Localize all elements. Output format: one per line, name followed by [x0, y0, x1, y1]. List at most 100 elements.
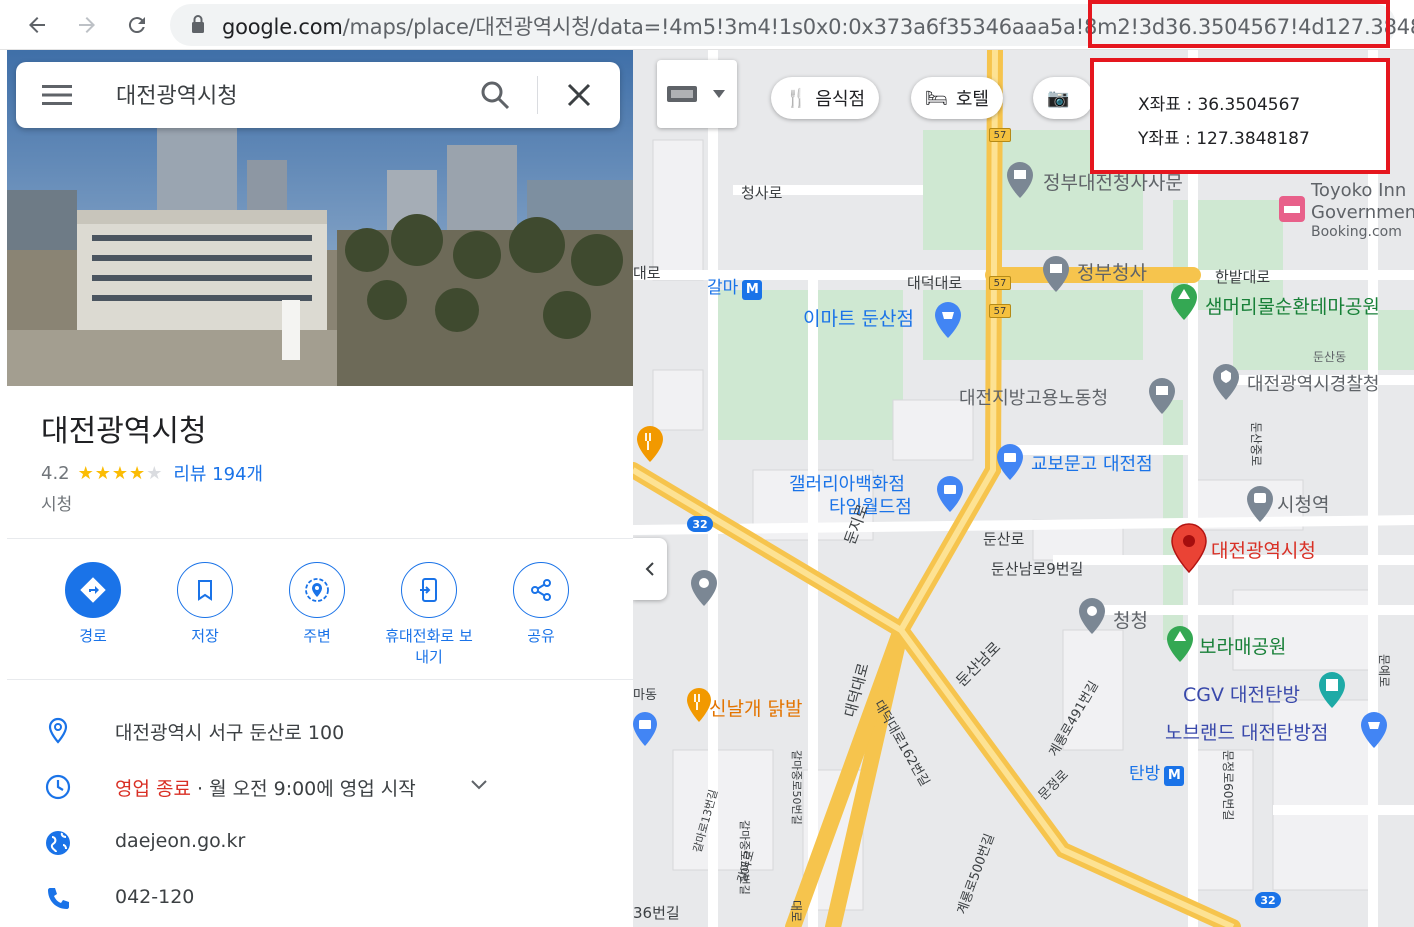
government-pin-icon[interactable] — [1041, 254, 1071, 294]
park-pin-icon[interactable] — [1165, 624, 1195, 664]
dropdown-icon[interactable] — [713, 90, 725, 98]
place-pin-icon[interactable] — [689, 568, 719, 608]
store-pin-icon[interactable] — [1359, 710, 1389, 750]
police-pin-icon[interactable] — [1211, 362, 1241, 402]
street-label: 갈마중로50번길 — [790, 750, 803, 825]
place-panel: 대전광역시청 대전광역시청 4.2 ★★★★★ 리뷰 194개 시청 경로 저장… — [7, 50, 633, 927]
url-domain: google.com — [222, 15, 343, 39]
nearby-label: 주변 — [303, 627, 331, 645]
booking-label: Booking.com — [1311, 224, 1402, 240]
keyboard-icon — [667, 86, 697, 102]
keyboard-button[interactable] — [657, 60, 737, 128]
shopping-pin-icon[interactable] — [633, 710, 659, 748]
rating-value: 4.2 — [41, 462, 70, 484]
chevron-left-icon — [645, 562, 654, 576]
cinema-pin-icon[interactable] — [1317, 670, 1347, 710]
route-57-badge: 57 — [989, 128, 1011, 142]
screen: google.com/maps/place/대전광역시청/data=!4m5!3… — [0, 0, 1414, 927]
directions-button[interactable]: 경로 — [38, 562, 148, 647]
selected-place-pin-icon[interactable] — [1169, 522, 1209, 574]
back-icon[interactable] — [20, 8, 54, 42]
street-label: 한밭대로 — [1215, 268, 1271, 286]
search-input[interactable]: 대전광역시청 — [116, 78, 237, 110]
metro-icon: M — [742, 279, 763, 300]
shopping-pin-icon[interactable] — [935, 474, 965, 514]
borame-park-poi[interactable]: 보라매공원 — [1199, 632, 1286, 659]
more-chip[interactable]: 📷 — [1033, 77, 1093, 119]
globe-icon — [46, 831, 70, 855]
divider — [7, 538, 633, 539]
save-button[interactable]: 저장 — [150, 562, 260, 647]
hotel-chip[interactable]: 🛏 호텔 — [911, 77, 1003, 119]
street-label: 둔산로 — [983, 530, 1025, 548]
map-view[interactable]: 🍴 음식점 🛏 호텔 📷 57 57 57 32 32 청사로 대덕대로 대로 … — [633, 50, 1414, 927]
route-32-badge: 32 — [687, 516, 713, 532]
place-category[interactable]: 시청 — [41, 490, 72, 515]
galma-station[interactable]: 갈마 M — [707, 273, 763, 300]
toyoko-inn-poi-2: Governmen — [1311, 202, 1414, 223]
police-poi[interactable]: 대전광역시경찰청 — [1247, 370, 1379, 396]
collapse-panel-button[interactable] — [633, 538, 667, 600]
share-icon — [513, 562, 569, 618]
restaurant-chip-label: 음식점 — [815, 89, 866, 110]
chevron-down-icon[interactable] — [469, 774, 489, 794]
address-row[interactable]: 대전광역시 서구 둔산로 100 — [7, 712, 633, 752]
street-label: 둔산중로 — [1249, 422, 1263, 467]
send-to-phone-label: 휴대전화로 보 내기 — [385, 627, 473, 666]
forward-icon[interactable] — [70, 8, 104, 42]
nearby-button[interactable]: 주변 — [262, 562, 372, 647]
hours-row[interactable]: 영업 종료 · 월 오전 9:00에 영업 시작 — [7, 768, 633, 808]
reload-icon[interactable] — [120, 8, 154, 42]
hotel-pin-icon[interactable] — [1279, 196, 1305, 222]
government-pin-icon[interactable] — [1147, 376, 1177, 416]
galma-station-label: 갈마 — [707, 278, 739, 298]
search-box[interactable]: 대전광역시청 — [16, 62, 620, 128]
bookmark-icon — [177, 562, 233, 618]
send-to-phone-button[interactable]: 휴대전화로 보 내기 — [374, 562, 484, 668]
restaurant-pin-icon[interactable] — [685, 686, 713, 724]
neighborhood-label: 마동 — [633, 688, 657, 703]
street-label: 대덕대로 — [907, 274, 963, 292]
url-path: /maps/place/대전광역시청/data=!4m5!3m4!1s0x0:0… — [342, 15, 1139, 39]
restaurant-pin-icon[interactable] — [635, 424, 665, 464]
share-button[interactable]: 공유 — [486, 562, 596, 647]
nobrand-poi[interactable]: 노브랜드 대전탄방점 — [1165, 718, 1328, 745]
emart-poi[interactable]: 이마트 둔산점 — [803, 304, 914, 331]
park-pin-icon[interactable] — [1169, 282, 1199, 322]
cityhall-poi[interactable]: 대전광역시청 — [1211, 536, 1316, 563]
shopping-pin-icon[interactable] — [933, 300, 963, 340]
route-57-badge: 57 — [989, 276, 1011, 290]
shopping-pin-icon[interactable] — [995, 442, 1025, 482]
labor-office-poi[interactable]: 대전지방고용노동청 — [959, 384, 1108, 410]
phone-row[interactable]: 042-120 — [7, 880, 633, 920]
website-row[interactable]: daejeon.go.kr — [7, 824, 633, 864]
y-coordinate-label: Y좌표 : 127.3848187 — [1138, 129, 1310, 149]
rating-stars: ★★★★★ — [77, 462, 164, 484]
search-icon[interactable] — [478, 78, 512, 112]
menu-icon[interactable] — [42, 84, 72, 106]
gov-building-poi[interactable]: 정부청사 — [1077, 258, 1147, 285]
cgv-poi[interactable]: CGV 대전탄방 — [1183, 680, 1300, 707]
saemmeori-park-poi[interactable]: 샘머리물순환테마공원 — [1205, 292, 1380, 319]
phone-icon — [48, 888, 69, 909]
toyoko-inn-poi[interactable]: Toyoko Inn — [1311, 180, 1406, 201]
cityhall-station-poi[interactable]: 시청역 — [1277, 490, 1329, 517]
share-label: 공유 — [527, 627, 555, 645]
street-label: 문예로 — [1377, 654, 1391, 688]
street-label: 둔산남로9번길 — [991, 560, 1084, 578]
cheongcheong-poi[interactable]: 청청 — [1113, 606, 1148, 633]
transit-pin-icon[interactable] — [1245, 484, 1275, 524]
street-label: 36번길 — [633, 904, 680, 922]
website-link[interactable]: daejeon.go.kr — [115, 830, 245, 852]
government-pin-icon[interactable] — [1005, 160, 1035, 200]
place-pin-icon[interactable] — [1077, 596, 1107, 636]
sinnalgae-poi[interactable]: 신날개 닭발 — [709, 694, 802, 721]
clock-icon — [45, 774, 71, 800]
close-icon[interactable] — [564, 80, 594, 110]
tanbang-station[interactable]: 탄방 M — [1129, 759, 1185, 786]
search-separator — [537, 76, 538, 114]
restaurant-chip[interactable]: 🍴 음식점 — [771, 77, 880, 119]
hours-status: 영업 종료 — [115, 778, 191, 800]
kyobo-poi[interactable]: 교보문고 대전점 — [1031, 450, 1153, 476]
reviews-link[interactable]: 리뷰 194개 — [173, 460, 263, 486]
